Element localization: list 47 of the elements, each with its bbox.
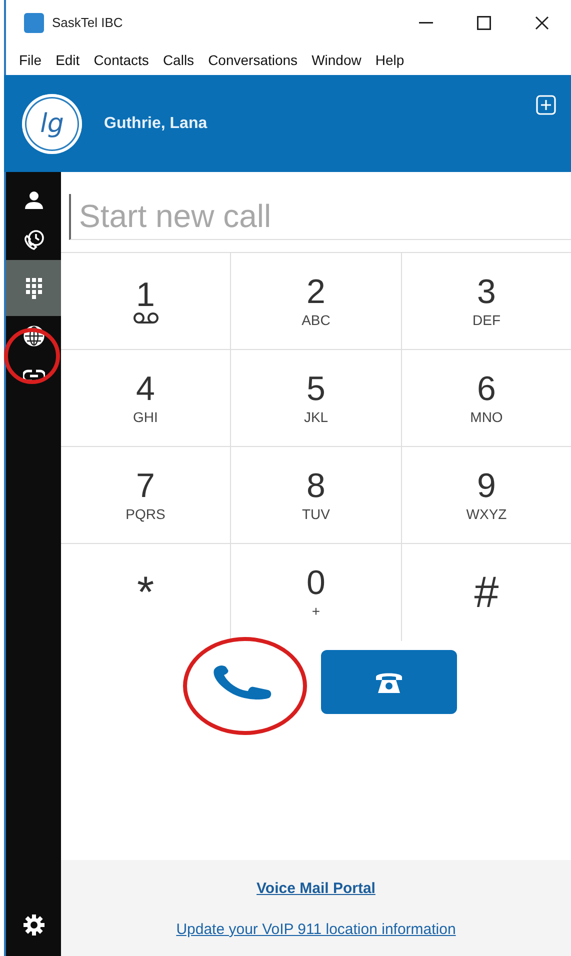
dial-key[interactable]: *: [61, 544, 230, 641]
dial-key[interactable]: 9 WXYZ: [402, 447, 571, 543]
menu-item[interactable]: Contacts: [94, 52, 149, 68]
annotation-circle: [4, 328, 60, 384]
key-letters: ABC: [302, 312, 330, 328]
key-letters: +: [312, 603, 320, 619]
minimize-icon[interactable]: [419, 22, 433, 24]
user-name: Guthrie, Lana: [104, 114, 208, 132]
dial-key[interactable]: 8 TUV: [231, 447, 401, 543]
location-link[interactable]: Update your VoIP 911 location information: [176, 921, 456, 938]
dial-key[interactable]: 4 GHI: [61, 350, 230, 446]
menu-item[interactable]: Window: [312, 52, 362, 68]
dial-key[interactable]: 7 PQRS: [61, 447, 230, 543]
key-letters: GHI: [133, 408, 158, 424]
dial-key[interactable]: 6 MNO: [402, 350, 571, 446]
window-title: SaskTel IBC: [52, 15, 124, 30]
key-letters: PQRS: [126, 506, 166, 522]
call-input-field[interactable]: Start new call: [69, 194, 571, 240]
menu-item[interactable]: Help: [375, 52, 404, 68]
key-letters: WXYZ: [466, 506, 507, 522]
voicemail-icon: [132, 312, 158, 324]
voicemail-link[interactable]: Voice Mail Portal: [256, 880, 376, 897]
menu-item[interactable]: Conversations: [208, 52, 298, 68]
key-letters: JKL: [304, 408, 328, 424]
close-icon[interactable]: [535, 16, 549, 30]
dial-key[interactable]: 0 +: [231, 544, 401, 641]
key-letters: MNO: [470, 408, 503, 424]
globe-icon: [22, 325, 44, 347]
maximize-icon[interactable]: [477, 16, 491, 30]
dial-key[interactable]: #: [402, 544, 571, 641]
avatar: lg: [22, 94, 82, 154]
menu-item[interactable]: Edit: [56, 52, 80, 68]
person-icon: [24, 190, 44, 210]
app-logo-icon: [24, 12, 44, 32]
dialpad-icon: [24, 277, 42, 299]
key-letters: DEF: [472, 312, 500, 328]
dial-key[interactable]: 1: [61, 253, 230, 349]
menu-item[interactable]: Calls: [162, 52, 194, 68]
desk-phone-button[interactable]: [321, 650, 457, 714]
dial-key[interactable]: 2 ABC: [231, 253, 401, 349]
dial-key[interactable]: 3 DEF: [402, 253, 571, 349]
sidebar-tab[interactable]: [6, 260, 61, 316]
menu-item[interactable]: File: [19, 52, 42, 68]
key-letters: TUV: [302, 506, 330, 522]
add-icon[interactable]: [536, 95, 556, 115]
dial-key[interactable]: 5 JKL: [231, 350, 401, 446]
history-icon: [22, 229, 44, 251]
